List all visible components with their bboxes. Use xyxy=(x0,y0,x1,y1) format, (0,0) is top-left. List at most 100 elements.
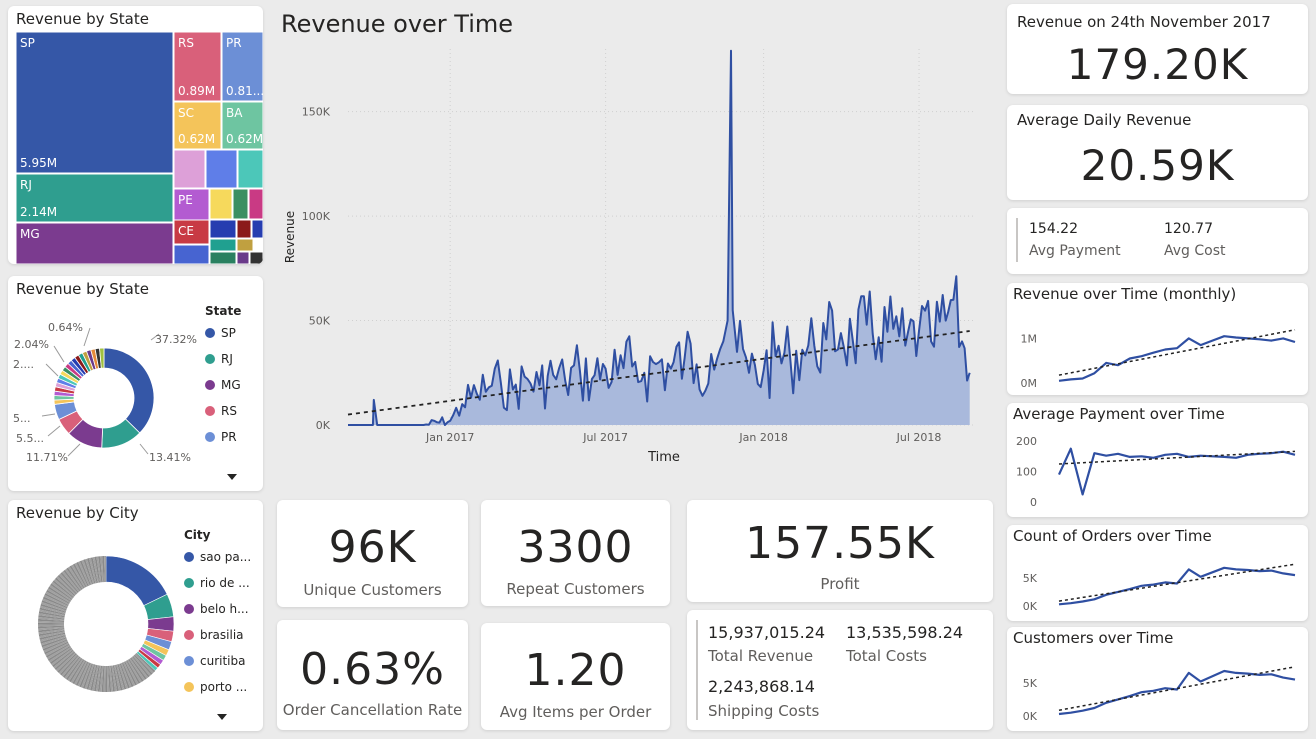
city-donut-chart[interactable] xyxy=(8,500,188,731)
treemap-small-tile[interactable] xyxy=(249,251,263,264)
cancellation-card[interactable]: 0.63% Order Cancellation Rate xyxy=(277,620,468,730)
treemap-small-tile[interactable] xyxy=(236,238,254,252)
mini-series-line[interactable] xyxy=(1058,335,1296,382)
treemap-small-tile[interactable] xyxy=(209,251,237,264)
mini-chart-payment[interactable]: 200 100 0 xyxy=(1007,403,1308,517)
avg-items-card[interactable]: 1.20 Avg Items per Order xyxy=(481,623,670,730)
state-legend-label: RJ xyxy=(221,352,233,366)
mini-chart-orders[interactable]: 5K 0K xyxy=(1007,525,1308,621)
scroll-down-icon[interactable] xyxy=(227,474,237,480)
mini-series-line[interactable] xyxy=(1058,669,1296,716)
state-legend-item[interactable]: RS xyxy=(205,398,263,424)
donut-label-rj: 13.41% xyxy=(149,451,191,464)
mini-chart-revenue-card[interactable]: Revenue over Time (monthly) 1M 0M xyxy=(1007,283,1308,395)
payment-cost-card[interactable]: 154.22 Avg Payment 120.77 Avg Cost xyxy=(1007,208,1308,274)
city-legend-item[interactable]: brasilia xyxy=(184,622,262,648)
mini-chart-orders-card[interactable]: Count of Orders over Time 5K 0K xyxy=(1007,525,1308,621)
mini-series-line[interactable] xyxy=(1058,566,1296,606)
avg-daily-title: Average Daily Revenue xyxy=(1017,111,1192,129)
treemap-label-mg: MG xyxy=(20,227,40,241)
treemap-card[interactable]: Revenue by State SP 5.95M RJ 2.14M MG RS 0.89M… xyxy=(8,6,263,264)
city-legend-item[interactable]: belo h... xyxy=(184,596,262,622)
state-legend: State SP RJ MG RS PR xyxy=(205,304,263,450)
state-legend-item[interactable]: MG xyxy=(205,372,263,398)
state-legend-item[interactable]: SP xyxy=(205,320,263,346)
treemap-small-tile[interactable] xyxy=(209,188,233,220)
total-revenue-label: Total Revenue xyxy=(708,647,814,665)
mini-chart-customers-card[interactable]: Customers over Time 5K 0K xyxy=(1007,627,1308,731)
treemap-small-tile[interactable] xyxy=(209,238,237,252)
city-legend: City sao pa... rio de ... belo h... brasili… xyxy=(184,528,262,700)
revenue-day-card[interactable]: Revenue on 24th November 2017 179.20K xyxy=(1007,4,1308,94)
donut-leader-line xyxy=(41,413,56,417)
city-legend-item[interactable]: rio de ... xyxy=(184,570,262,596)
treemap-small-tile[interactable] xyxy=(232,188,249,220)
cancellation-label: Order Cancellation Rate xyxy=(282,701,463,719)
city-legend-item[interactable]: porto ... xyxy=(184,674,262,700)
state-legend-item[interactable]: PR xyxy=(205,424,263,450)
total-revenue-value: 15,937,015.24 xyxy=(708,623,826,642)
legend-dot-icon xyxy=(184,656,194,666)
donut-leader-line xyxy=(83,327,91,347)
treemap-small-tile[interactable] xyxy=(209,219,237,239)
city-legend-title: City xyxy=(184,528,211,542)
state-donut-slice[interactable] xyxy=(103,347,155,434)
city-donut-slice[interactable] xyxy=(105,555,168,607)
main-chart-area[interactable]: Revenue over Time 0K 50K 100K 150K Jan 2017 J… xyxy=(272,4,998,490)
donut-leader-line xyxy=(45,363,59,377)
treemap-small-tile[interactable] xyxy=(236,219,252,239)
mini-series-line[interactable] xyxy=(1057,447,1296,496)
mini-chart-revenue[interactable]: 1M 0M xyxy=(1007,283,1308,395)
state-legend-item[interactable]: RJ xyxy=(205,346,263,372)
scroll-down-icon[interactable] xyxy=(217,714,227,720)
unique-customers-card[interactable]: 96K Unique Customers xyxy=(277,500,468,607)
revenue-area xyxy=(348,50,970,425)
avg-daily-value: 20.59K xyxy=(1080,141,1235,190)
city-legend-label: curitiba xyxy=(200,654,246,668)
mini-ytick-label: 5K xyxy=(1023,677,1038,690)
treemap-value-sc: 0.62M xyxy=(178,132,215,146)
main-ytick-label: 50K xyxy=(309,315,331,328)
revenue-time-chart[interactable]: 0K 50K 100K 150K Jan 2017 Jul 2017 Jan 2018 Jul… xyxy=(272,4,998,490)
legend-dot-icon xyxy=(205,328,215,338)
treemap-small-tile[interactable] xyxy=(173,244,210,264)
state-donut-chart[interactable]: 37.32% 13.41% 11.71% 5.5... 5... 2.... 2… xyxy=(8,276,208,491)
donut-leader-line xyxy=(53,345,65,363)
mini-trendline xyxy=(1058,329,1296,376)
profit-card[interactable]: 157.55K Profit xyxy=(687,500,993,602)
treemap-small-tile[interactable] xyxy=(251,219,263,239)
city-legend-item[interactable]: curitiba xyxy=(184,648,262,674)
mini-chart-customers[interactable]: 5K 0K xyxy=(1007,627,1308,731)
legend-dot-icon xyxy=(205,380,215,390)
donut-label-rs: 5.5... xyxy=(16,432,44,445)
profit-value: 157.55K xyxy=(745,518,935,569)
city-donut-card[interactable]: Revenue by City City sao pa... rio de ...… xyxy=(8,500,263,731)
legend-dot-icon xyxy=(205,354,215,364)
avg-items-label: Avg Items per Order xyxy=(499,703,652,721)
treemap-label-sc: SC xyxy=(178,106,194,120)
treemap-label-ce: CE xyxy=(178,224,194,238)
treemap-small-tile[interactable] xyxy=(205,149,238,189)
avg-payment-label: Avg Payment xyxy=(1029,243,1121,259)
totals-card[interactable]: 15,937,015.24 Total Revenue 13,535,598.2… xyxy=(687,610,993,730)
totals-divider xyxy=(696,620,698,720)
city-legend-item[interactable]: sao pa... xyxy=(184,544,262,570)
profit-label: Profit xyxy=(820,575,860,593)
mini-chart-payment-card[interactable]: Average Payment over Time 200 100 0 xyxy=(1007,403,1308,517)
state-donut-card[interactable]: Revenue by State 37.32% 13.41% 11.71% 5.… xyxy=(8,276,263,491)
treemap-chart[interactable]: SP 5.95M RJ 2.14M MG RS 0.89M PR 0.81... SC 0.62M B… xyxy=(8,6,263,264)
main-xtick-label: Jan 2017 xyxy=(425,431,474,444)
treemap-value-rs: 0.89M xyxy=(178,84,215,98)
treemap-small-tile[interactable] xyxy=(236,251,250,264)
avg-daily-card[interactable]: Average Daily Revenue 20.59K xyxy=(1007,105,1308,200)
avg-cost-value: 120.77 xyxy=(1164,221,1213,237)
mini-ytick-label: 100 xyxy=(1016,466,1037,479)
treemap-small-tile[interactable] xyxy=(248,188,263,220)
treemap-tile-sp[interactable] xyxy=(15,31,174,174)
donut-leader-line xyxy=(47,425,61,437)
treemap-value-ba: 0.62M xyxy=(226,132,263,146)
treemap-small-tile[interactable] xyxy=(173,149,206,189)
donut-leader-line xyxy=(139,443,149,455)
treemap-small-tile[interactable] xyxy=(237,149,263,189)
repeat-customers-card[interactable]: 3300 Repeat Customers xyxy=(481,500,670,606)
